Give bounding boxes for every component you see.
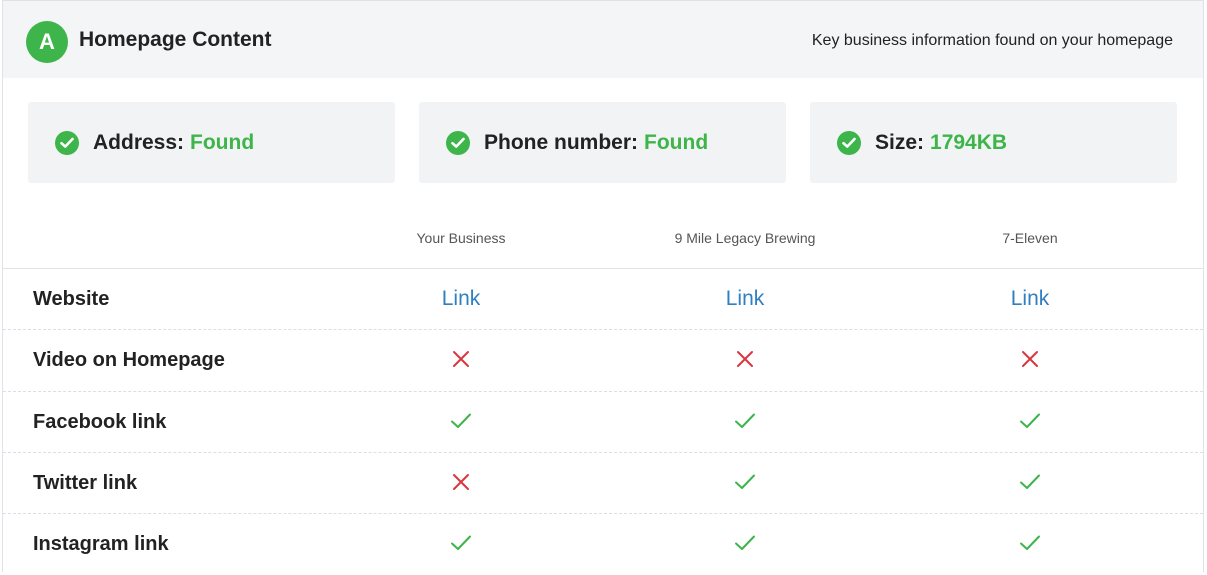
table-cell xyxy=(970,392,1090,453)
row-label: Twitter link xyxy=(33,472,138,494)
table-cell xyxy=(401,392,521,453)
check-circle-icon xyxy=(837,131,861,155)
row-label: Website xyxy=(33,288,110,310)
cross-icon xyxy=(736,351,754,372)
table-cell: Link xyxy=(685,269,805,330)
table-cell: Link xyxy=(970,269,1090,330)
summary-cards: Address: Found Phone number: Found Size: 17… xyxy=(28,102,1178,183)
checkmark-icon xyxy=(734,535,756,556)
cross-icon xyxy=(452,474,470,495)
website-link[interactable]: Link xyxy=(442,287,481,311)
row-label: Facebook link xyxy=(33,411,167,433)
size-value: 1794KB xyxy=(930,131,1008,154)
checkmark-icon xyxy=(734,413,756,434)
checkmark-icon xyxy=(1019,535,1041,556)
panel-title: Homepage Content xyxy=(79,28,272,51)
panel-subtitle: Key business information found on your h… xyxy=(811,32,1173,49)
homepage-content-panel: A Homepage Content Key business informat… xyxy=(2,0,1204,572)
address-value: Found xyxy=(190,131,255,154)
size-card: Size: 1794KB xyxy=(810,102,1177,183)
website-link[interactable]: Link xyxy=(1011,287,1050,311)
cross-icon xyxy=(1021,351,1039,372)
address-label: Address: Found xyxy=(93,131,255,154)
phone-label: Phone number: Found xyxy=(484,131,709,154)
checkmark-icon xyxy=(1019,474,1041,495)
table-cell xyxy=(401,514,521,575)
table-cell: Link xyxy=(401,269,521,330)
row-label: Instagram link xyxy=(33,533,169,555)
checkmark-icon xyxy=(734,474,756,495)
check-circle-icon xyxy=(55,131,79,155)
table-row: Twitter link xyxy=(3,452,1203,513)
table-cell xyxy=(685,453,805,514)
table-row: Video on Homepage xyxy=(3,329,1203,390)
check-circle-icon xyxy=(446,131,470,155)
table-row: Website Link Link Link xyxy=(3,268,1203,329)
cross-icon xyxy=(452,351,470,372)
grade-badge: A xyxy=(26,21,68,63)
table-cell xyxy=(685,392,805,453)
phone-card: Phone number: Found xyxy=(419,102,786,183)
column-header-your-business: Your Business xyxy=(416,230,506,246)
column-header-competitor-2: 7-Eleven xyxy=(1002,230,1058,246)
table-cell xyxy=(401,330,521,391)
table-cell xyxy=(685,330,805,391)
checkmark-icon xyxy=(1019,413,1041,434)
address-card: Address: Found xyxy=(28,102,395,183)
column-header-competitor-1: 9 Mile Legacy Brewing xyxy=(674,230,816,246)
size-label: Size: 1794KB xyxy=(875,131,1008,154)
table-cell xyxy=(401,453,521,514)
table-row: Facebook link xyxy=(3,391,1203,452)
checkmark-icon xyxy=(450,413,472,434)
phone-value: Found xyxy=(644,131,709,154)
panel-header: A Homepage Content Key business informat… xyxy=(3,1,1203,78)
table-cell xyxy=(970,453,1090,514)
row-label: Video on Homepage xyxy=(33,349,225,371)
table-cell xyxy=(685,514,805,575)
table-cell xyxy=(970,330,1090,391)
website-link[interactable]: Link xyxy=(726,287,765,311)
checkmark-icon xyxy=(450,535,472,556)
table-row: Instagram link xyxy=(3,513,1203,574)
table-cell xyxy=(970,514,1090,575)
